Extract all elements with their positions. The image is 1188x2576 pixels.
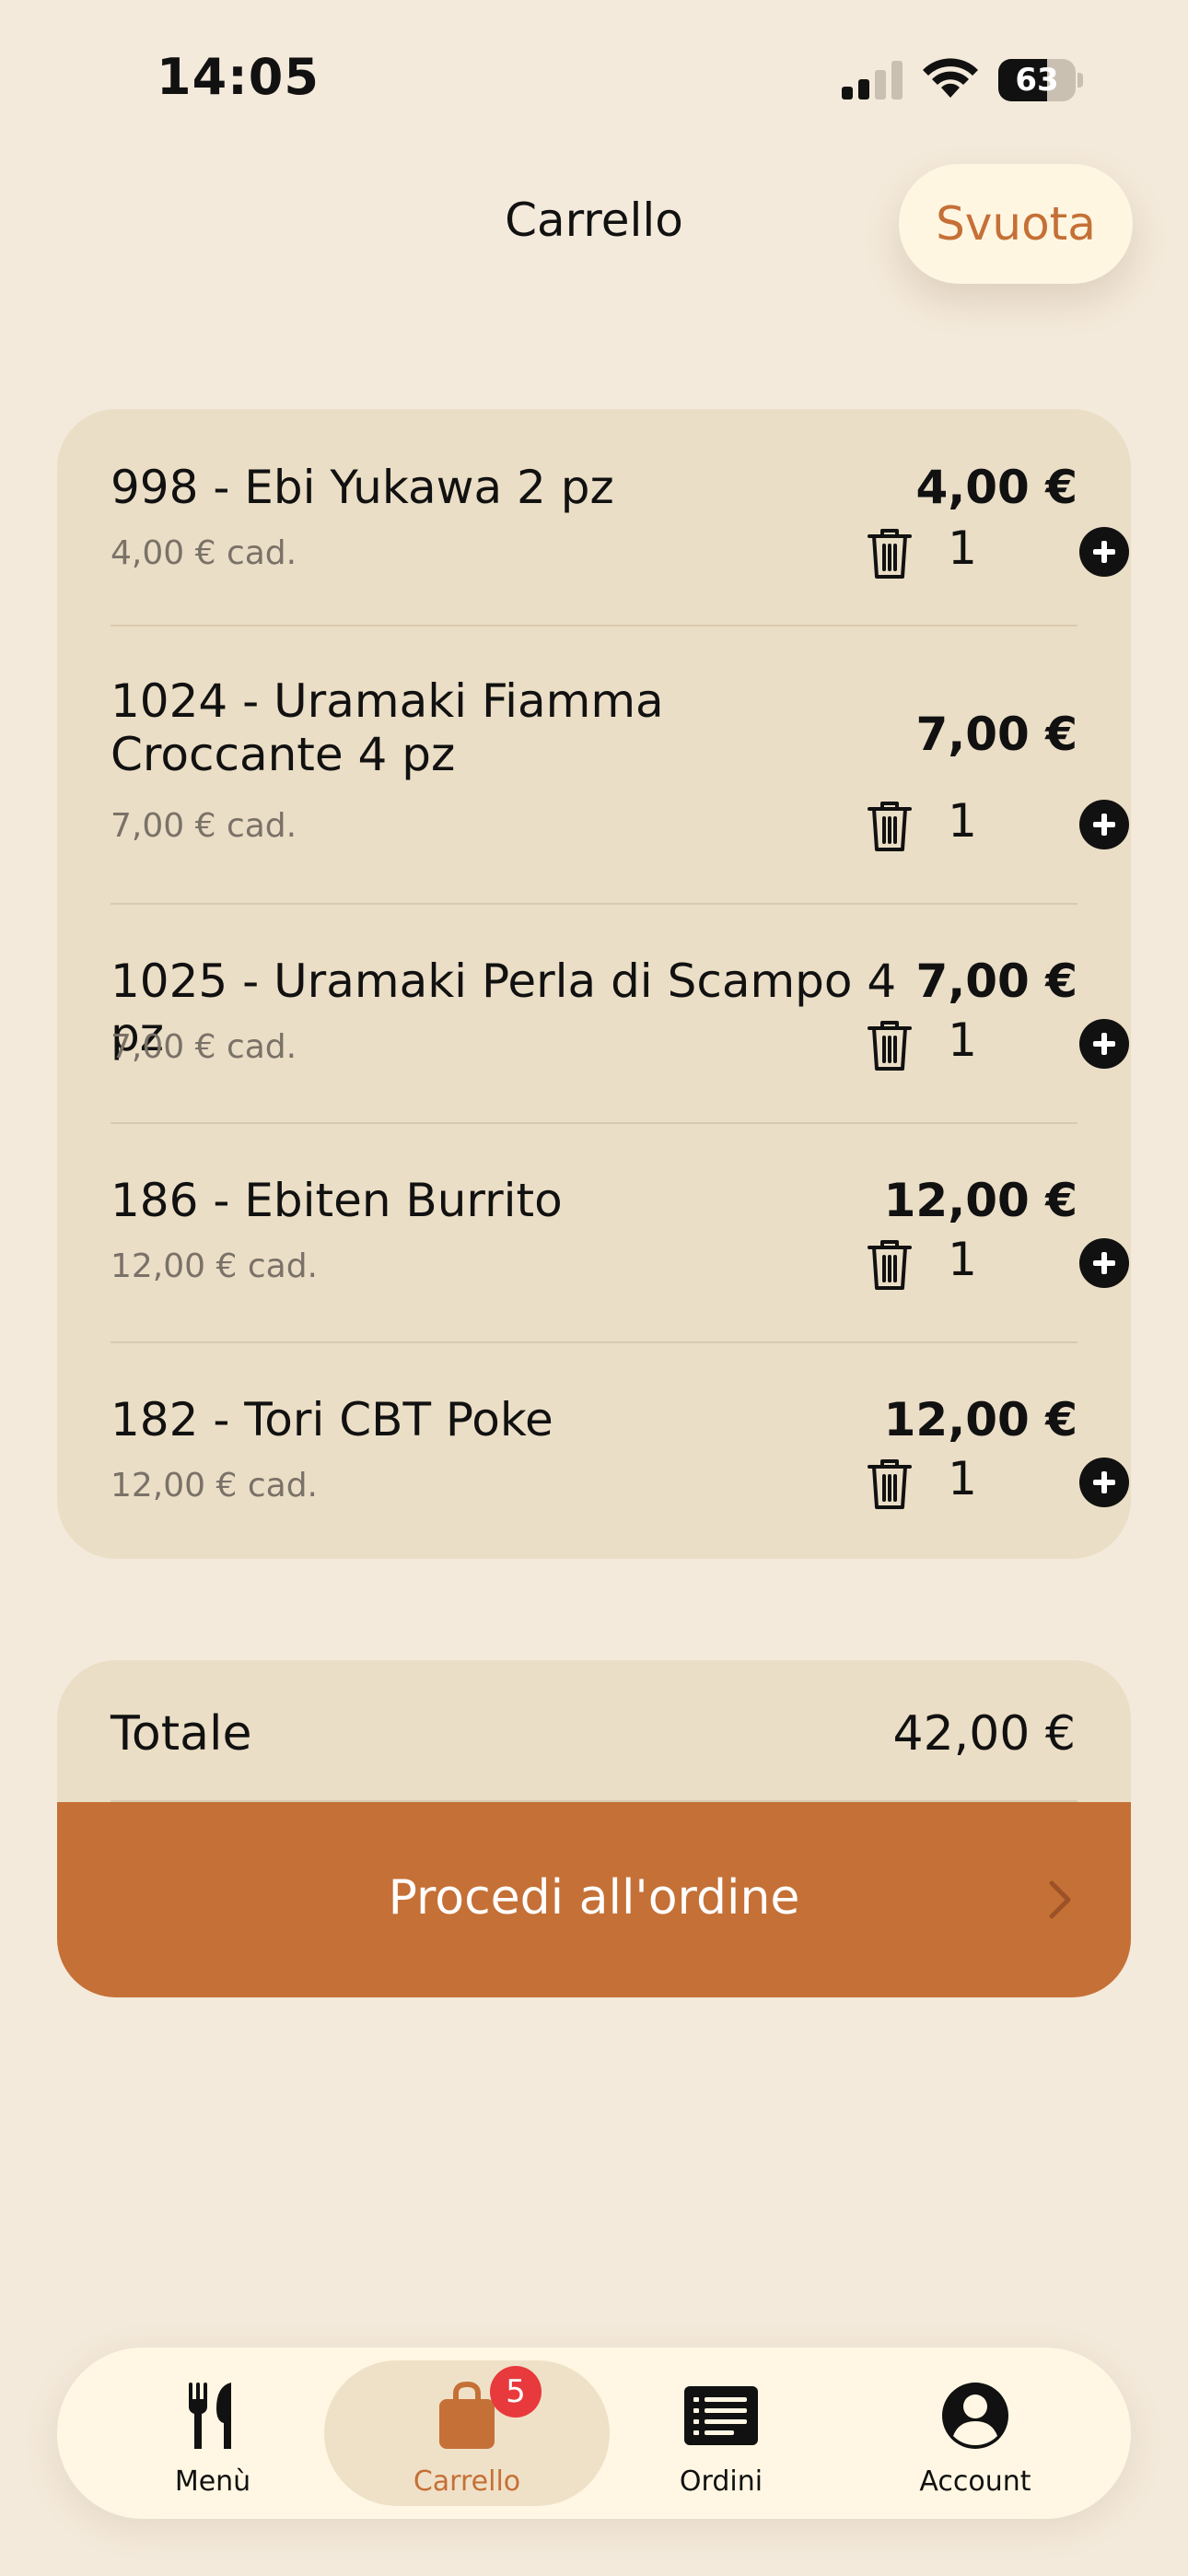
item-name: 182 - Tori CBT Poke [111,1393,553,1446]
item-unit-price: 7,00 € cad. [111,1028,297,1066]
cart-item: 1024 - Uramaki Fiamma Croccante 4 pz 7,0… [111,674,1129,859]
cart-item: 182 - Tori CBT Poke 12,00 € 12,00 € cad.… [111,1393,1129,1522]
increase-quantity-button[interactable] [1079,1238,1129,1288]
increase-quantity-button[interactable] [1079,1458,1129,1507]
item-divider [111,1122,1077,1124]
item-price: 7,00 € [915,954,1077,1008]
item-unit-price: 4,00 € cad. [111,534,297,572]
item-quantity: 1 [948,794,977,848]
increase-quantity-button[interactable] [1079,1019,1129,1069]
order-summary-card: Totale 42,00 € Procedi all'ordine [57,1660,1131,1997]
battery-percentage: 63 [1015,62,1059,99]
tab-menu[interactable]: Menù [70,2360,355,2506]
checkout-label: Procedi all'ordine [388,1870,800,1926]
item-price: 7,00 € [915,708,1077,761]
cart-count-badge: 5 [490,2366,542,2418]
tab-label: Carrello [413,2465,521,2498]
item-unit-price: 12,00 € cad. [111,1467,318,1505]
cart-item: 186 - Ebiten Burrito 12,00 € 12,00 € cad… [111,1174,1129,1303]
trash-icon[interactable] [866,525,914,580]
item-unit-price: 7,00 € cad. [111,807,297,845]
total-label: Totale [111,1706,252,1762]
cart-items-card: 998 - Ebi Yukawa 2 pz 4,00 € 4,00 € cad.… [57,409,1131,1559]
increase-quantity-button[interactable] [1079,527,1129,577]
tab-label: Account [919,2465,1031,2498]
tab-account[interactable]: Account [833,2360,1118,2506]
trash-icon[interactable] [866,798,914,853]
trash-icon[interactable] [866,1456,914,1511]
item-divider [111,903,1077,905]
item-quantity: 1 [948,1233,977,1286]
list-icon [684,2386,758,2445]
status-bar: 14:05 63 [0,0,1188,157]
item-name: 1024 - Uramaki Fiamma Croccante 4 pz [111,674,664,781]
battery-indicator: 63 [998,59,1083,101]
item-unit-price: 12,00 € cad. [111,1247,318,1285]
tab-label: Menù [174,2465,251,2498]
total-value: 42,00 € [892,1706,1076,1762]
cart-item: 1025 - Uramaki Perla di Scampo 4 pz 7,00… [111,954,1129,1083]
item-quantity: 1 [948,1452,977,1505]
item-divider [111,1341,1077,1343]
item-divider [111,625,1077,626]
tab-label: Ordini [679,2465,763,2498]
cart-item: 998 - Ebi Yukawa 2 pz 4,00 € 4,00 € cad.… [111,461,1129,590]
tab-orders[interactable]: Ordini [578,2360,864,2506]
fork-knife-icon [189,2383,231,2449]
item-price: 12,00 € [883,1393,1077,1446]
item-price: 12,00 € [883,1174,1077,1227]
trash-icon[interactable] [866,1236,914,1292]
item-quantity: 1 [948,521,977,575]
tab-bar: Menù Carrello 5 Ordini Account [57,2348,1131,2519]
checkout-button[interactable]: Procedi all'ordine [57,1802,1131,1997]
trash-icon[interactable] [866,1017,914,1072]
item-name: 998 - Ebi Yukawa 2 pz [111,461,614,514]
chevron-right-icon [1049,1880,1071,1919]
wifi-icon [923,58,978,98]
person-icon [942,2383,1008,2449]
cellular-signal-icon [842,61,903,100]
tab-cart[interactable]: Carrello [324,2360,610,2506]
item-quantity: 1 [948,1013,977,1067]
item-name: 186 - Ebiten Burrito [111,1174,563,1227]
status-time: 14:05 [157,48,320,106]
increase-quantity-button[interactable] [1079,800,1129,849]
clear-cart-button[interactable]: Svuota [899,164,1133,284]
item-price: 4,00 € [915,461,1077,514]
